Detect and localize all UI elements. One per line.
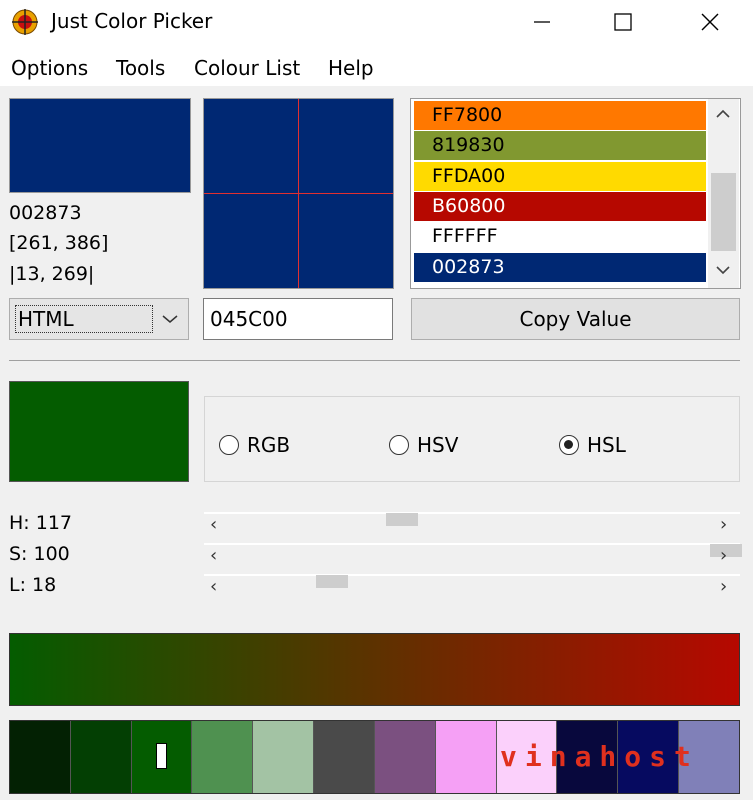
close-icon [701, 13, 719, 31]
hue-slider[interactable]: ‹ › [204, 512, 740, 535]
edited-color-swatch [9, 381, 189, 482]
window-title: Just Color Picker [51, 9, 213, 33]
menu-options[interactable]: Options [11, 56, 88, 80]
palette-swatch[interactable] [435, 721, 497, 793]
list-item[interactable]: 002873 [414, 253, 706, 282]
separator [9, 360, 740, 361]
palette-swatch[interactable] [131, 721, 193, 793]
chevron-right-icon[interactable]: › [720, 576, 727, 597]
cursor-position: [261, 386] [9, 232, 109, 254]
chevron-left-icon[interactable]: ‹ [210, 545, 217, 566]
palette-swatch[interactable] [70, 721, 132, 793]
radio-button-icon[interactable] [219, 435, 239, 455]
slider-track [204, 512, 740, 514]
minimize-button[interactable] [513, 0, 571, 44]
radio-button-icon[interactable] [559, 435, 579, 455]
menu-tools[interactable]: Tools [116, 56, 165, 80]
saturation-slider[interactable]: ‹ › [204, 543, 742, 566]
chevron-left-icon[interactable]: ‹ [210, 576, 217, 597]
radio-label: HSV [417, 433, 459, 457]
radio-rgb[interactable]: RGB [219, 433, 290, 457]
hue-label: H: 117 [9, 512, 72, 534]
radio-button-icon[interactable] [389, 435, 409, 455]
crosshair-horizontal [204, 193, 393, 194]
slider-thumb[interactable] [316, 575, 348, 588]
menu-help[interactable]: Help [328, 56, 374, 80]
chevron-down-icon[interactable] [716, 265, 730, 275]
palette-swatch[interactable] [374, 721, 436, 793]
palette-swatch[interactable] [253, 721, 315, 793]
lightness-label: L: 18 [9, 574, 57, 596]
list-item[interactable]: B60800 [414, 192, 706, 221]
maximize-icon [614, 13, 632, 31]
colour-list[interactable]: FF7800 819830 FFDA00 B60800 FFFFFF 00287… [410, 98, 741, 289]
cursor-distance: |13, 269| [9, 263, 95, 285]
format-select-value: HTML [15, 305, 153, 333]
slider-track [204, 574, 740, 576]
chevron-right-icon[interactable]: › [720, 545, 727, 566]
copy-value-button[interactable]: Copy Value [411, 298, 740, 340]
radio-label: HSL [587, 433, 626, 457]
lightness-slider[interactable]: ‹ › [204, 574, 740, 597]
slider-thumb[interactable] [386, 513, 418, 526]
slider-track [204, 543, 740, 545]
color-model-group: RGB HSV HSL [204, 396, 740, 482]
radio-hsv[interactable]: HSV [389, 433, 458, 457]
selection-marker [155, 743, 167, 769]
crosshair-target-icon [12, 9, 38, 35]
chevron-up-icon[interactable] [716, 109, 730, 119]
color-gradient-bar[interactable] [9, 633, 740, 706]
chevron-down-icon [162, 315, 178, 323]
chevron-right-icon[interactable]: › [720, 514, 727, 535]
list-item[interactable]: FFFFFF [414, 222, 706, 251]
list-scrollbar[interactable] [708, 99, 739, 288]
palette-swatch[interactable] [10, 721, 71, 793]
list-item[interactable]: 819830 [414, 131, 706, 160]
minimize-icon [534, 21, 550, 23]
vinahost-watermark: vinahost [500, 740, 699, 773]
palette-swatch[interactable] [314, 721, 375, 793]
list-item[interactable]: FFDA00 [414, 162, 706, 191]
current-hex-value: 002873 [9, 202, 82, 224]
list-item[interactable]: FF7800 [414, 101, 706, 130]
chevron-left-icon[interactable]: ‹ [210, 514, 217, 535]
radio-hsl[interactable]: HSL [559, 433, 626, 457]
color-value-input[interactable] [203, 298, 393, 340]
palette-swatch[interactable] [192, 721, 254, 793]
radio-label: RGB [247, 433, 291, 457]
magnifier-view [203, 98, 394, 289]
saturation-label: S: 100 [9, 543, 70, 565]
scrollbar-thumb[interactable] [711, 173, 736, 251]
menu-colour-list[interactable]: Colour List [194, 56, 300, 80]
title-bar: Just Color Picker [0, 0, 753, 44]
menu-bar: Options Tools Colour List Help [0, 44, 753, 86]
format-select[interactable]: HTML [9, 298, 189, 340]
close-button[interactable] [681, 0, 739, 44]
current-color-swatch [9, 98, 191, 193]
maximize-button[interactable] [594, 0, 652, 44]
